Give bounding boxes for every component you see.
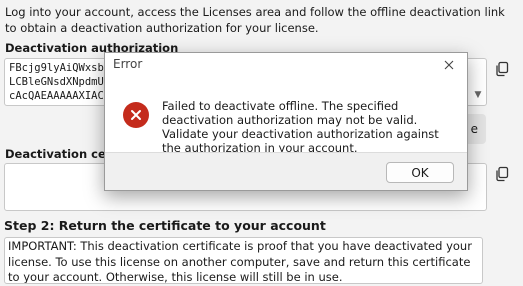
error-icon [123, 102, 149, 128]
dialog-close-button[interactable] [437, 54, 461, 76]
ok-button[interactable]: OK [386, 162, 454, 183]
dialog-footer: OK [105, 152, 467, 190]
step2-heading: Step 2: Return the certificate to your a… [4, 218, 326, 233]
copy-icon [496, 166, 509, 182]
important-notice-field[interactable]: IMPORTANT: This deactivation certificate… [4, 237, 483, 284]
dialog-title: Error [113, 57, 143, 71]
error-dialog: Error Failed to deactivate offline. The … [104, 52, 468, 191]
copy-authorization-button[interactable] [491, 58, 513, 80]
instructions-text: Log into your account, access the Licens… [5, 5, 505, 35]
copy-icon [496, 61, 509, 77]
background-action-button-label: e [470, 122, 478, 136]
copy-certificate-button[interactable] [491, 163, 513, 185]
close-icon [444, 60, 454, 70]
dialog-message: Failed to deactivate offline. The specif… [162, 99, 439, 155]
scroll-down-icon[interactable]: ▼ [471, 88, 485, 102]
